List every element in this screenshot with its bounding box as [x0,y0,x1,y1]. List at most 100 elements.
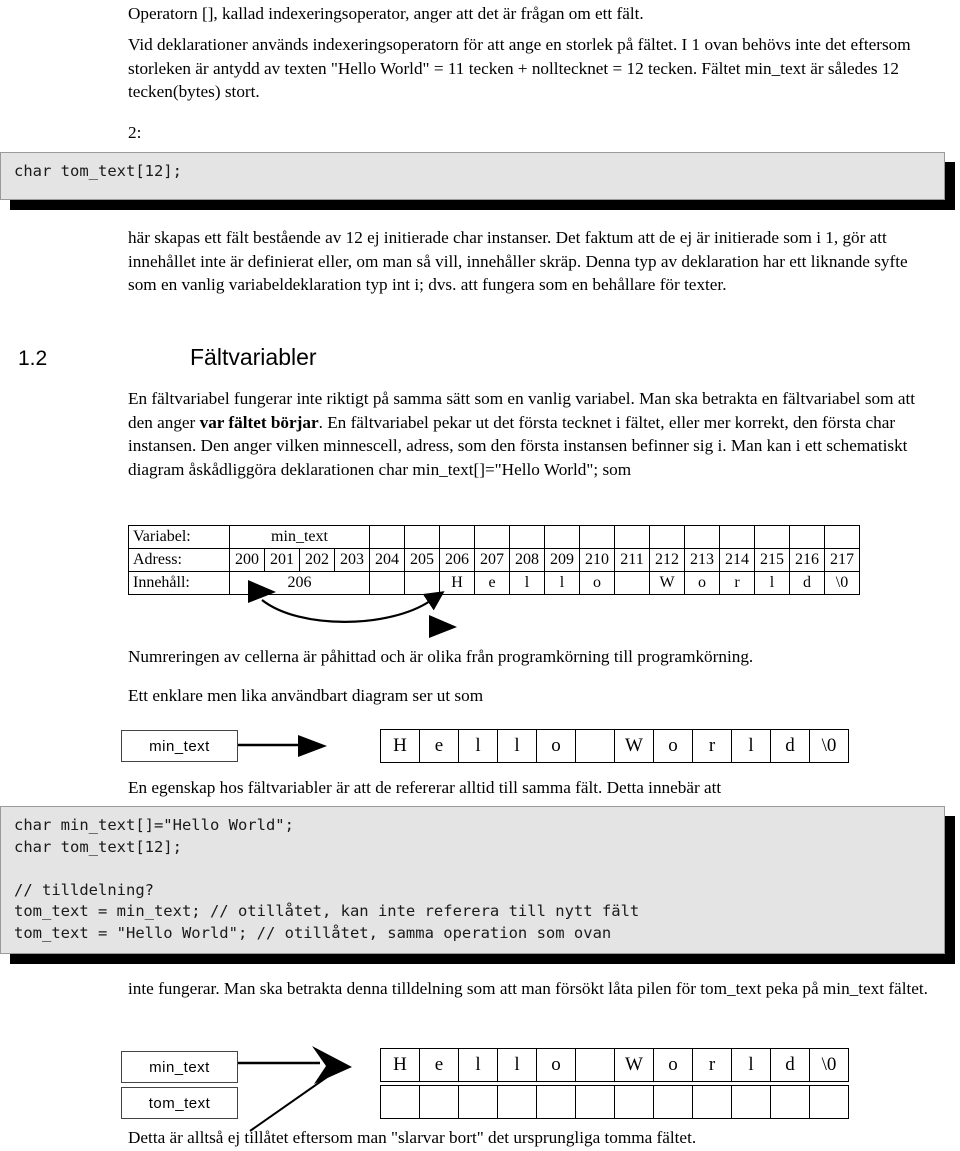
paragraph-uninitialized-field: här skapas ett fält bestående av 12 ej i… [128,228,908,294]
field-cell: e [419,729,459,763]
field-cell: W [614,729,654,763]
address-cell: 217 [824,548,860,572]
simple-diagram-arrowhead [298,735,327,757]
address-cell: 208 [509,548,545,572]
field-cell: l [497,1048,537,1082]
field-cell: \0 [809,729,849,763]
cell-variabel-207 [474,525,510,549]
content-cell: l [509,571,545,595]
field-cell [770,1085,810,1119]
pointer-secondary-arrowhead [429,615,457,638]
paragraph-same-field-property: En egenskap hos fältvariabler är att de … [128,778,722,797]
paragraph-assignment-fails: inte fungerar. Man ska betrakta denna ti… [128,979,928,998]
field-cell: o [536,729,576,763]
row-label-innehall: Innehåll: [128,571,230,595]
row-label-variabel: Variabel: [128,525,230,549]
cell-variabel-214 [719,525,755,549]
paragraph-operator-intro: Operatorn [], kallad indexeringsoperator… [128,4,644,23]
field-cell [692,1085,732,1119]
content-cell: l [544,571,580,595]
content-cell [614,571,650,595]
field-cell: H [380,1048,420,1082]
address-cell: 212 [649,548,685,572]
content-cell: r [719,571,755,595]
paragraph-simpler-diagram-intro: Ett enklare men lika användbart diagram … [128,686,484,705]
address-cell: 205 [404,548,440,572]
field-cell: \0 [809,1048,849,1082]
variable-box-min-text-illegal: min_text [121,1051,238,1083]
section-number: 1.2 [18,347,48,370]
field-cell: r [692,729,732,763]
cell-variabel-206 [439,525,475,549]
content-cell: o [579,571,615,595]
illegal-diagram-arrowhead [312,1046,352,1084]
field-cell: o [536,1048,576,1082]
content-cell: l [754,571,790,595]
field-cell [575,1048,615,1082]
paragraph-field-variable-explanation: En fältvariabel fungerar inte riktigt på… [128,387,943,481]
content-cell: d [789,571,825,595]
cell-variabel-204 [369,525,405,549]
field-cell: d [770,729,810,763]
code-block-text: char min_text[]="Hello World"; char tom_… [14,816,640,942]
address-cell: 202 [299,548,335,572]
section-title: Fältvariabler [190,344,317,370]
address-cell: 210 [579,548,615,572]
field-cell: e [419,1048,459,1082]
cell-variabel-217 [824,525,860,549]
paragraph-illegal-conclusion: Detta är alltså ej tillåtet eftersom man… [128,1128,697,1147]
field-cells-hello-world-illegal: H e l l o W o r l d \0 [380,1048,849,1082]
cell-variabel-211 [614,525,650,549]
content-cell: e [474,571,510,595]
content-cell: H [439,571,475,595]
field-cell [458,1085,498,1119]
cell-variabel-208 [509,525,545,549]
field-cell [653,1085,693,1119]
field-cell: W [614,1048,654,1082]
content-cell: o [684,571,720,595]
table-row-variabel: Variabel: min_text [128,525,860,549]
field-cell: l [731,1048,771,1082]
code-block-tom-text: char tom_text[12]; [0,152,955,210]
address-cell: 215 [754,548,790,572]
field-cell: o [653,1048,693,1082]
paragraph-cell-numbering-note: Numreringen av cellerna är påhittad och … [128,647,754,666]
cell-variable-name: min_text [229,525,370,549]
variable-box-min-text-simple: min_text [121,730,238,762]
address-cell: 201 [264,548,300,572]
cell-variabel-205 [404,525,440,549]
content-cell: \0 [824,571,860,595]
field-cell: d [770,1048,810,1082]
field-cell [497,1085,537,1119]
content-cell [369,571,405,595]
table-row-innehall: Innehåll: 206 H e l l o W o r l d \0 [128,571,860,595]
cell-variabel-212 [649,525,685,549]
address-cell: 206 [439,548,475,572]
cell-pointer-value: 206 [229,571,370,595]
address-cell: 211 [614,548,650,572]
illegal-tom-text-arrow-shaft [249,1074,331,1132]
field-cell [575,1085,615,1119]
field-cell [575,729,615,763]
field-cell: H [380,729,420,763]
pointer-curve-arrow [261,591,445,623]
address-cell: 214 [719,548,755,572]
cell-variabel-215 [754,525,790,549]
table-row-adress: Adress: 200 201 202 203 204 205 206 207 … [128,548,860,572]
address-cell: 203 [334,548,370,572]
field-cells-hello-world-simple: H e l l o W o r l d \0 [380,729,849,763]
address-cell: 204 [369,548,405,572]
field-cell: l [458,1048,498,1082]
field-cell: o [653,729,693,763]
field-cell [419,1085,459,1119]
address-cell: 207 [474,548,510,572]
paragraph-declaration-size: Vid deklarationer används indexeringsope… [128,35,911,101]
content-cell: W [649,571,685,595]
field-cell [536,1085,576,1119]
field-cell [809,1085,849,1119]
address-cell: 200 [229,548,265,572]
address-cell: 213 [684,548,720,572]
cell-variabel-213 [684,525,720,549]
field-cell: r [692,1048,732,1082]
code-block-text: char tom_text[12]; [14,162,182,180]
